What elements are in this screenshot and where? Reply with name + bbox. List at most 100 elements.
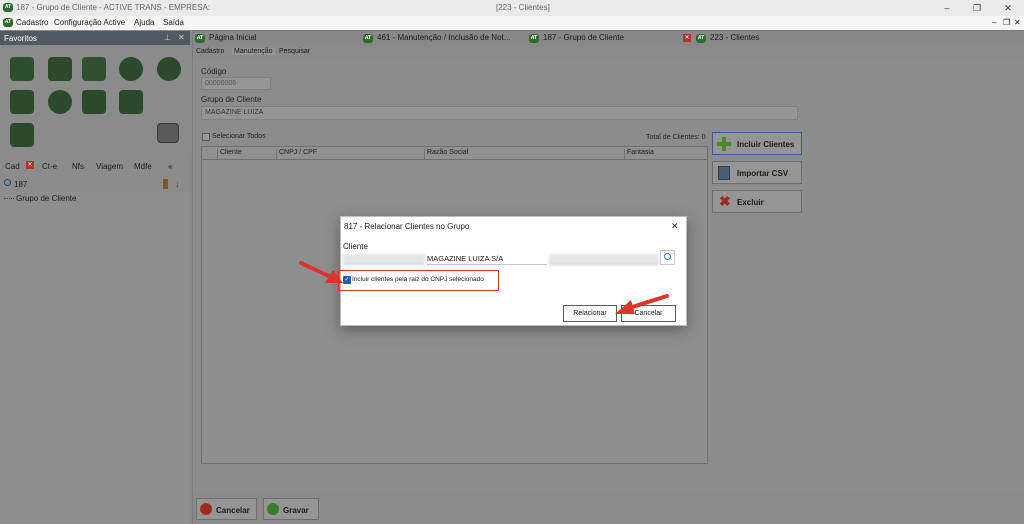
window-title: 187 - Grupo de Cliente - ACTIVE TRANS - … <box>16 3 211 12</box>
mdi-minimize-button[interactable]: – <box>992 18 996 27</box>
subtab-manutencao[interactable]: Manutenção <box>232 48 275 55</box>
broom-icon[interactable] <box>163 179 168 189</box>
fav-truck-icon[interactable] <box>10 90 34 114</box>
cancelar-label: Cancelar <box>216 506 250 515</box>
tab-223[interactable]: 223 - Clientes <box>710 33 759 42</box>
fav-trash-icon[interactable] <box>157 123 179 143</box>
left-search-input[interactable]: 187 <box>14 180 27 189</box>
bottom-bar: Cancelar Gravar <box>193 494 1024 524</box>
fav-person-icon[interactable] <box>48 57 72 81</box>
fantasia-field-blurred[interactable] <box>549 254 659 265</box>
cancel-icon <box>200 503 212 515</box>
fav-garage-icon[interactable] <box>119 90 143 114</box>
mdi-restore-button[interactable]: ❐ <box>1003 18 1010 27</box>
importar-csv-button[interactable]: Importar CSV <box>712 161 802 184</box>
grupo-label: Grupo de Cliente <box>201 95 262 104</box>
tab-187-close-icon[interactable]: ✕ <box>683 34 691 42</box>
total-clientes: Total de Clientes: 0 <box>646 134 706 141</box>
dialog-titlebar: 817 - Relacionar Clientes no Grupo ✕ <box>341 217 686 235</box>
menu-saida[interactable]: Saída <box>163 18 184 27</box>
favoritos-title: Favoritos <box>4 34 37 43</box>
selecionar-todos-checkbox[interactable] <box>202 133 210 141</box>
tree-view: Grupo de Cliente <box>0 192 190 524</box>
favoritos-area <box>0 45 190 158</box>
raiz-cnpj-label: Incluir clientes pela raiz do CNPJ selec… <box>352 276 484 283</box>
grupo-field[interactable]: MAGAZINE LUIZA <box>201 106 798 120</box>
dialog-close-button[interactable]: ✕ <box>671 221 679 232</box>
tab-187[interactable]: 187 - Grupo de Cliente <box>543 33 624 42</box>
plus-icon <box>717 137 731 151</box>
favoritos-header: Favoritos ⊥ ✕ <box>0 31 190 45</box>
tree-item[interactable]: Grupo de Cliente <box>16 194 76 203</box>
menu-ajuda[interactable]: Ajuda <box>134 18 154 27</box>
tab-logo-icon-4: AT <box>696 34 706 43</box>
gravar-button[interactable]: Gravar <box>263 498 319 520</box>
tab-logo-icon-3: AT <box>529 34 539 43</box>
x-icon: ✖ <box>719 193 731 209</box>
nav-mdfe[interactable]: Mdfe <box>134 162 152 171</box>
razao-social-field[interactable]: MAGAZINE LUIZA S/A <box>427 253 547 265</box>
gravar-label: Gravar <box>283 506 309 515</box>
tree-connector <box>4 198 14 199</box>
left-nav: Cad ✕ Ct-e Nfs Viagem Mdfe « <box>0 158 190 176</box>
list-icon <box>718 166 730 180</box>
sub-tabs: Cadastro Manutenção Pesquisar <box>193 46 1024 60</box>
excluir-label: Excluir <box>737 198 764 207</box>
nav-cte[interactable]: Ct-e <box>42 162 57 171</box>
col-cliente[interactable]: Cliente <box>217 149 276 160</box>
sort-icon[interactable]: ↓ <box>175 179 180 189</box>
tab-strip: AT Página Inicial AT 461 - Manutenção / … <box>193 31 1024 46</box>
subtab-pesquisar[interactable]: Pesquisar <box>279 48 310 55</box>
tab-461[interactable]: 461 - Manutenção / Inclusão de Not... <box>377 33 510 42</box>
subtab-cadastro[interactable]: Cadastro <box>196 48 224 55</box>
fav-bus-icon[interactable] <box>157 57 181 81</box>
col-razao[interactable]: Razão Social <box>424 149 624 160</box>
fav-factory-icon[interactable] <box>10 123 34 147</box>
minimize-button[interactable]: – <box>940 1 954 15</box>
selecionar-todos-label: Selecionar Todos <box>212 133 266 140</box>
grid-header: Cliente CNPJ / CPF Razão Social Fantasia <box>202 147 707 160</box>
fav-wheel-icon[interactable] <box>119 57 143 81</box>
cliente-label: Cliente <box>343 242 368 251</box>
codigo-label: Código <box>201 67 227 76</box>
left-search-row: 187 ↓ <box>0 177 190 192</box>
cancelar-button[interactable]: Cancelar <box>196 498 257 520</box>
tab-pagina-inicial[interactable]: Página Inicial <box>209 33 257 42</box>
excluir-button[interactable]: ✖ Excluir <box>712 190 802 213</box>
search-icon <box>4 179 11 186</box>
collapse-icon[interactable]: « <box>168 162 172 171</box>
col-cnpj[interactable]: CNPJ / CPF <box>276 149 424 160</box>
tab-logo-icon-2: AT <box>363 34 373 43</box>
menu-configuracao[interactable]: Configuração Active <box>54 18 125 27</box>
dialog-title: 817 - Relacionar Clientes no Grupo <box>344 222 470 231</box>
menu-cadastro[interactable]: Cadastro <box>16 18 48 27</box>
importar-csv-label: Importar CSV <box>737 169 789 178</box>
restore-button[interactable]: ❐ <box>970 1 984 15</box>
pin-icon[interactable]: ⊥ <box>164 33 171 42</box>
incluir-clientes-label: Incluir Clientes <box>737 140 795 149</box>
fav-driver-icon[interactable] <box>82 90 106 114</box>
nav-nfs[interactable]: Nfs <box>72 162 84 171</box>
close-window-button[interactable]: ✕ <box>1001 1 1015 15</box>
nav-cad[interactable]: Cad <box>5 162 20 171</box>
fav-add-client-icon[interactable] <box>10 57 34 81</box>
annotation-arrow-checkbox <box>299 261 343 283</box>
fav-fleet-icon[interactable] <box>82 57 106 81</box>
app-logo-icon: AT <box>3 3 13 12</box>
search-button[interactable] <box>660 250 675 265</box>
annotation-arrow-relacionar <box>615 294 669 314</box>
menu-bar: AT Cadastro Configuração Active Ajuda Sa… <box>0 16 1024 30</box>
nav-viagem[interactable]: Viagem <box>96 162 123 171</box>
tab-logo-icon: AT <box>195 34 205 43</box>
check-icon <box>267 503 279 515</box>
cnpj-field-blurred[interactable] <box>343 254 425 265</box>
window-title-right: [223 - Clientes] <box>496 3 550 12</box>
nav-cad-close-icon[interactable]: ✕ <box>26 161 34 169</box>
favoritos-close-icon[interactable]: ✕ <box>178 33 185 42</box>
magnifier-icon <box>664 253 671 260</box>
col-fantasia[interactable]: Fantasia <box>624 149 707 160</box>
codigo-field[interactable]: 00000006 <box>201 77 271 90</box>
mdi-close-button[interactable]: ✕ <box>1014 18 1021 27</box>
fav-steering-icon[interactable] <box>48 90 72 114</box>
incluir-clientes-button[interactable]: Incluir Clientes <box>712 132 802 155</box>
